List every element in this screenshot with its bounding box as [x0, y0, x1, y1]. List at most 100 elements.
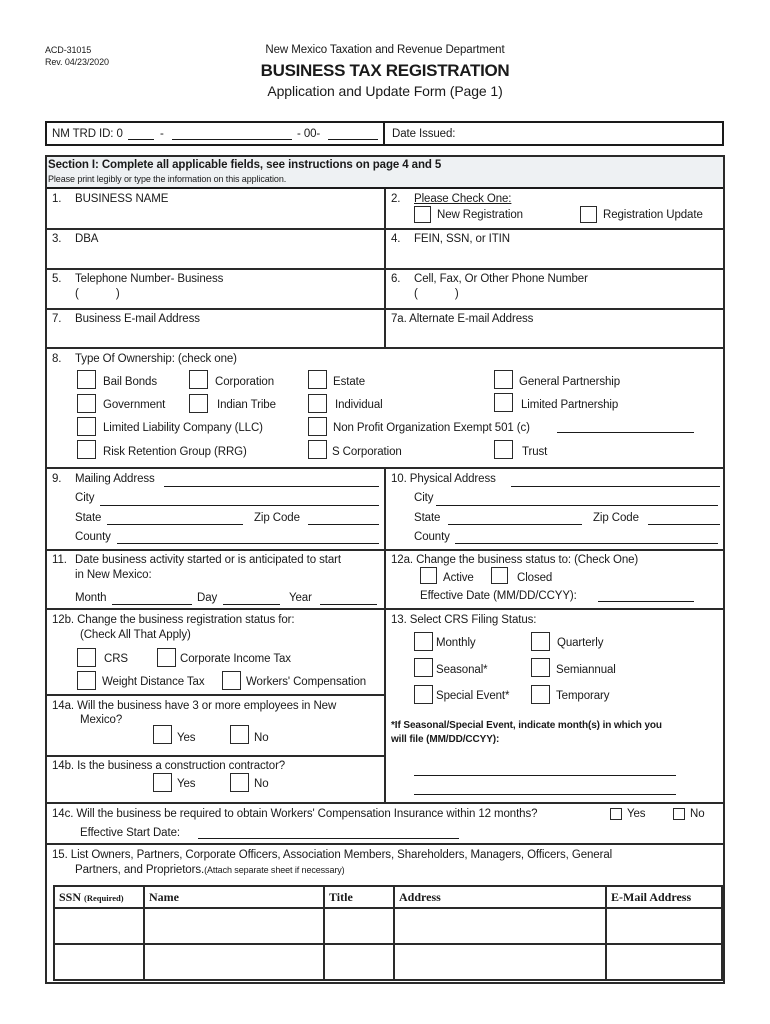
trd-id-blank-2[interactable]: [172, 139, 292, 140]
email-cell[interactable]: [605, 907, 723, 945]
email-cell[interactable]: [605, 943, 723, 981]
address-cell[interactable]: [393, 907, 607, 945]
ownership-type-label: Type Of Ownership: (check one): [75, 353, 237, 365]
field-8-number: 8.: [52, 353, 62, 365]
mailing-county-blank[interactable]: [117, 543, 379, 544]
please-check-one-label: Please Check One:: [414, 193, 512, 205]
mailing-county-label: County: [75, 531, 111, 543]
closed-checkbox[interactable]: [491, 567, 508, 584]
bail-bonds-checkbox[interactable]: [77, 370, 96, 389]
other-phone-area-code[interactable]: ( ): [414, 288, 459, 301]
monthly-checkbox[interactable]: [414, 632, 433, 651]
employees-no-checkbox[interactable]: [230, 725, 249, 744]
ssn-cell[interactable]: [53, 907, 145, 945]
workers-comp-yes-checkbox[interactable]: [610, 808, 622, 820]
business-email-field[interactable]: [75, 327, 375, 345]
field-1-number: 1.: [52, 193, 62, 205]
start-day-label: Day: [197, 592, 218, 604]
estate-checkbox[interactable]: [308, 370, 327, 389]
trd-id-sep-1: -: [160, 128, 164, 140]
name-cell[interactable]: [143, 907, 325, 945]
effective-date-blank[interactable]: [598, 601, 694, 602]
mailing-address-blank[interactable]: [164, 486, 379, 487]
corporation-label: Corporation: [215, 376, 274, 388]
owners-list-label-text: Partners, and Proprietors.: [75, 864, 205, 876]
workers-comp-no-label: No: [690, 808, 705, 820]
monthly-label: Monthly: [436, 637, 476, 649]
field-2-number: 2.: [391, 193, 401, 205]
business-name-field[interactable]: [75, 207, 375, 225]
registration-update-checkbox[interactable]: [580, 206, 597, 223]
registration-update-label: Registration Update: [603, 209, 703, 221]
indian-tribe-checkbox[interactable]: [189, 394, 208, 413]
physical-state-blank[interactable]: [448, 524, 582, 525]
field-9-number: 9.: [52, 473, 62, 485]
contractor-yes-checkbox[interactable]: [153, 773, 172, 792]
llc-checkbox[interactable]: [77, 417, 96, 436]
weight-distance-tax-checkbox[interactable]: [77, 671, 96, 690]
column-header-title: Title: [323, 885, 395, 909]
trd-id-blank-1[interactable]: [128, 139, 154, 140]
crs-checkbox[interactable]: [77, 648, 96, 667]
non-profit-code-blank[interactable]: [557, 432, 694, 433]
section-1-instruction: Please print legibly or type the informa…: [48, 174, 287, 184]
government-checkbox[interactable]: [77, 394, 96, 413]
s-corporation-checkbox[interactable]: [308, 440, 327, 459]
start-day-blank[interactable]: [223, 604, 280, 605]
corporation-checkbox[interactable]: [189, 370, 208, 389]
alternate-email-label: 7a. Alternate E-mail Address: [391, 313, 534, 325]
workers-compensation-checkbox[interactable]: [222, 671, 241, 690]
employees-yes-checkbox[interactable]: [153, 725, 172, 744]
bail-bonds-label: Bail Bonds: [103, 376, 157, 388]
closed-label: Closed: [517, 572, 553, 584]
fein-field[interactable]: [414, 247, 714, 265]
temporary-checkbox[interactable]: [531, 685, 550, 704]
seasonal-checkbox[interactable]: [414, 658, 433, 677]
individual-checkbox[interactable]: [308, 394, 327, 413]
general-partnership-checkbox[interactable]: [494, 370, 513, 389]
physical-city-blank[interactable]: [436, 505, 718, 506]
name-cell[interactable]: [143, 943, 325, 981]
registration-status-label-line-1: 12b. Change the business registration st…: [52, 614, 295, 626]
seasonal-month-blank-1[interactable]: [414, 775, 676, 776]
employees-yes-label: Yes: [177, 732, 196, 744]
special-event-checkbox[interactable]: [414, 685, 433, 704]
new-registration-checkbox[interactable]: [414, 206, 431, 223]
trd-id-blank-3[interactable]: [328, 139, 378, 140]
limited-partnership-checkbox[interactable]: [494, 393, 513, 412]
effective-start-date-blank[interactable]: [198, 838, 459, 839]
business-phone-area-code[interactable]: ( ): [75, 288, 120, 301]
non-profit-checkbox[interactable]: [308, 417, 327, 436]
physical-zip-blank[interactable]: [648, 524, 720, 525]
mailing-zip-blank[interactable]: [308, 524, 379, 525]
ssn-cell[interactable]: [53, 943, 145, 981]
trust-checkbox[interactable]: [494, 440, 513, 459]
seasonal-month-blank-2[interactable]: [414, 794, 676, 795]
active-checkbox[interactable]: [420, 567, 437, 584]
new-registration-label: New Registration: [437, 209, 523, 221]
physical-city-label: City: [414, 492, 434, 504]
title-cell[interactable]: [323, 943, 395, 981]
s-corporation-label: S Corporation: [332, 446, 402, 458]
row-divider: [47, 608, 723, 610]
mailing-state-label: State: [75, 512, 102, 524]
rrg-checkbox[interactable]: [77, 440, 96, 459]
field-3-number: 3.: [52, 233, 62, 245]
address-cell[interactable]: [393, 943, 607, 981]
fein-label: FEIN, SSN, or ITIN: [414, 233, 510, 245]
quarterly-checkbox[interactable]: [531, 632, 550, 651]
corporate-income-tax-checkbox[interactable]: [157, 648, 176, 667]
alternate-email-field[interactable]: [391, 327, 711, 345]
dba-field[interactable]: [75, 247, 375, 265]
mailing-state-blank[interactable]: [107, 524, 243, 525]
physical-address-blank[interactable]: [511, 486, 720, 487]
mailing-city-blank[interactable]: [100, 505, 379, 506]
start-year-blank[interactable]: [320, 604, 377, 605]
semiannual-checkbox[interactable]: [531, 658, 550, 677]
start-month-blank[interactable]: [112, 604, 192, 605]
status-change-label: 12a. Change the business status to: (Che…: [391, 554, 639, 566]
title-cell[interactable]: [323, 907, 395, 945]
physical-county-blank[interactable]: [455, 543, 718, 544]
contractor-no-checkbox[interactable]: [230, 773, 249, 792]
workers-comp-no-checkbox[interactable]: [673, 808, 685, 820]
